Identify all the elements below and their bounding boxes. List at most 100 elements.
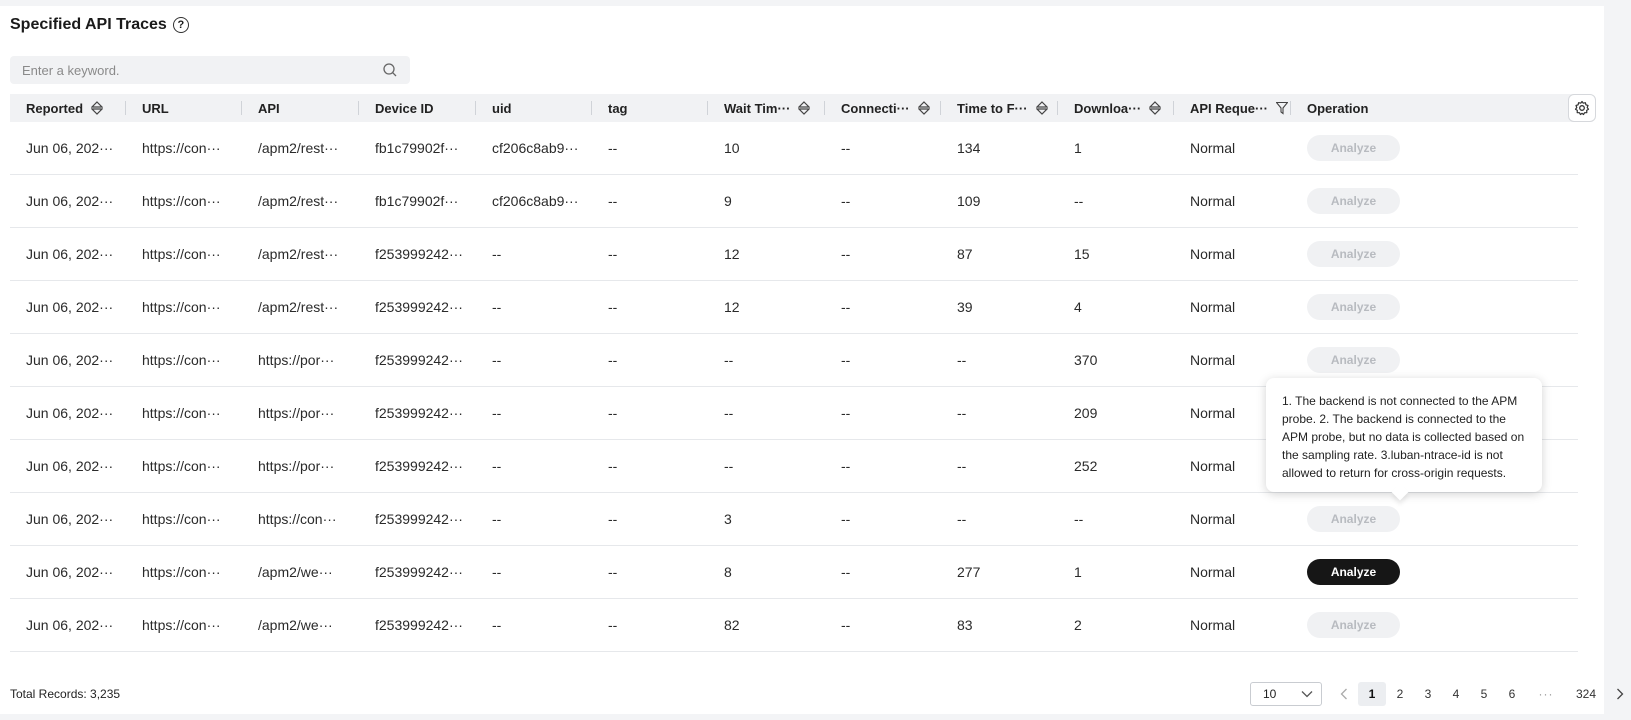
table-row[interactable]: Jun 06, 202··· https://con··· /apm2/rest··… bbox=[10, 281, 1578, 334]
analyze-button[interactable]: Analyze bbox=[1307, 135, 1400, 161]
uid-cell: -- bbox=[492, 564, 502, 580]
wait-time-cell: 8 bbox=[724, 564, 732, 580]
column-header-label: uid bbox=[492, 100, 512, 116]
column-header-9[interactable]: Time to F··· bbox=[941, 94, 1058, 122]
url-cell: https://con··· bbox=[142, 564, 221, 580]
filter-icon[interactable] bbox=[1276, 101, 1288, 115]
time-to-first-cell: -- bbox=[957, 352, 967, 368]
device-id-cell: f253999242··· bbox=[375, 511, 463, 527]
search-input[interactable] bbox=[22, 62, 382, 78]
reported-cell: Jun 06, 202··· bbox=[26, 246, 114, 262]
api-cell: https://por··· bbox=[258, 352, 335, 368]
column-header-label: Wait Tim··· bbox=[724, 100, 791, 116]
sort-icon[interactable] bbox=[798, 101, 811, 115]
column-header-label: Time to F··· bbox=[957, 100, 1028, 116]
column-header-label: Downloa··· bbox=[1074, 100, 1142, 116]
download-cell: 4 bbox=[1074, 299, 1082, 315]
uid-cell: -- bbox=[492, 299, 502, 315]
connection-cell: -- bbox=[841, 246, 851, 262]
api-cell: /apm2/rest··· bbox=[258, 299, 339, 315]
column-header-6: tag bbox=[592, 94, 708, 122]
tag-cell: -- bbox=[608, 140, 618, 156]
column-header-10[interactable]: Downloa··· bbox=[1058, 94, 1174, 122]
page-3[interactable]: 3 bbox=[1414, 682, 1442, 706]
column-header-7[interactable]: Wait Tim··· bbox=[708, 94, 825, 122]
tooltip: 1. The backend is not connected to the A… bbox=[1266, 378, 1542, 501]
page-ellipsis[interactable]: ··· bbox=[1526, 682, 1566, 706]
download-cell: 1 bbox=[1074, 564, 1082, 580]
column-header-label: Device ID bbox=[375, 100, 434, 116]
reported-cell: Jun 06, 202··· bbox=[26, 193, 114, 209]
column-header-1[interactable]: Reported bbox=[10, 94, 126, 122]
download-cell: 252 bbox=[1074, 458, 1098, 474]
url-cell: https://con··· bbox=[142, 352, 221, 368]
uid-cell: -- bbox=[492, 352, 502, 368]
sort-icon[interactable] bbox=[1035, 101, 1048, 115]
page-2[interactable]: 2 bbox=[1386, 682, 1414, 706]
sort-icon[interactable] bbox=[91, 101, 104, 115]
column-header-label: Connecti··· bbox=[841, 100, 910, 116]
url-cell: https://con··· bbox=[142, 140, 221, 156]
analyze-button[interactable]: Analyze bbox=[1307, 294, 1400, 320]
next-page-button[interactable] bbox=[1606, 682, 1631, 706]
connection-cell: -- bbox=[841, 564, 851, 580]
url-cell: https://con··· bbox=[142, 458, 221, 474]
analyze-button[interactable]: Analyze bbox=[1307, 347, 1400, 373]
operation-cell: Analyze bbox=[1291, 546, 1528, 598]
page-4[interactable]: 4 bbox=[1442, 682, 1470, 706]
analyze-button[interactable]: Analyze bbox=[1307, 188, 1400, 214]
time-to-first-cell: 277 bbox=[957, 564, 981, 580]
analyze-button[interactable]: Analyze bbox=[1307, 241, 1400, 267]
download-cell: 209 bbox=[1074, 405, 1098, 421]
time-to-first-cell: 39 bbox=[957, 299, 973, 315]
time-to-first-cell: -- bbox=[957, 458, 967, 474]
table-row[interactable]: Jun 06, 202··· https://con··· /apm2/rest··… bbox=[10, 228, 1578, 281]
table-row[interactable]: Jun 06, 202··· https://con··· /apm2/we··· f… bbox=[10, 599, 1578, 652]
operation-cell: Analyze bbox=[1291, 281, 1528, 333]
sort-icon[interactable] bbox=[917, 101, 930, 115]
search-icon[interactable] bbox=[382, 62, 398, 78]
column-header-11[interactable]: API Reque··· bbox=[1174, 94, 1291, 122]
connection-cell: -- bbox=[841, 617, 851, 633]
page-6[interactable]: 6 bbox=[1498, 682, 1526, 706]
url-cell: https://con··· bbox=[142, 193, 221, 209]
column-settings-button[interactable] bbox=[1568, 94, 1596, 122]
tag-cell: -- bbox=[608, 458, 618, 474]
page-1[interactable]: 1 bbox=[1358, 682, 1386, 706]
sort-icon[interactable] bbox=[1149, 101, 1162, 115]
page-size-value: 10 bbox=[1263, 687, 1277, 701]
pagination: 1 2 3 4 5 6 ··· 324 bbox=[1330, 682, 1631, 706]
connection-cell: -- bbox=[841, 299, 851, 315]
page-5[interactable]: 5 bbox=[1470, 682, 1498, 706]
table-row[interactable]: Jun 06, 202··· https://con··· /apm2/we··· f… bbox=[10, 546, 1578, 599]
download-cell: 2 bbox=[1074, 617, 1082, 633]
operation-cell: Analyze bbox=[1291, 122, 1528, 174]
analyze-button[interactable]: Analyze bbox=[1307, 612, 1400, 638]
url-cell: https://con··· bbox=[142, 299, 221, 315]
page-324[interactable]: 324 bbox=[1566, 682, 1606, 706]
reported-cell: Jun 06, 202··· bbox=[26, 617, 114, 633]
uid-cell: -- bbox=[492, 458, 502, 474]
download-cell: 15 bbox=[1074, 246, 1090, 262]
api-request-status-cell: Normal bbox=[1190, 246, 1236, 262]
connection-cell: -- bbox=[841, 140, 851, 156]
help-icon[interactable]: ? bbox=[172, 17, 189, 33]
column-header-8[interactable]: Connecti··· bbox=[825, 94, 941, 122]
time-to-first-cell: 87 bbox=[957, 246, 973, 262]
column-header-label: Reported bbox=[26, 100, 84, 116]
tag-cell: -- bbox=[608, 564, 618, 580]
wait-time-cell: -- bbox=[724, 458, 734, 474]
analyze-button[interactable]: Analyze bbox=[1307, 506, 1400, 532]
reported-cell: Jun 06, 202··· bbox=[26, 299, 114, 315]
prev-page-button[interactable] bbox=[1330, 682, 1358, 706]
page-size-select[interactable]: 10 bbox=[1250, 682, 1322, 706]
table-row[interactable]: Jun 06, 202··· https://con··· https://con·… bbox=[10, 493, 1578, 546]
wait-time-cell: -- bbox=[724, 405, 734, 421]
tag-cell: -- bbox=[608, 405, 618, 421]
table-row[interactable]: Jun 06, 202··· https://con··· /apm2/rest··… bbox=[10, 122, 1578, 175]
table-row[interactable]: Jun 06, 202··· https://con··· /apm2/rest··… bbox=[10, 175, 1578, 228]
uid-cell: cf206c8ab9··· bbox=[492, 140, 579, 156]
column-header-label: API Reque··· bbox=[1190, 100, 1268, 116]
analyze-button[interactable]: Analyze bbox=[1307, 559, 1400, 585]
url-cell: https://con··· bbox=[142, 405, 221, 421]
